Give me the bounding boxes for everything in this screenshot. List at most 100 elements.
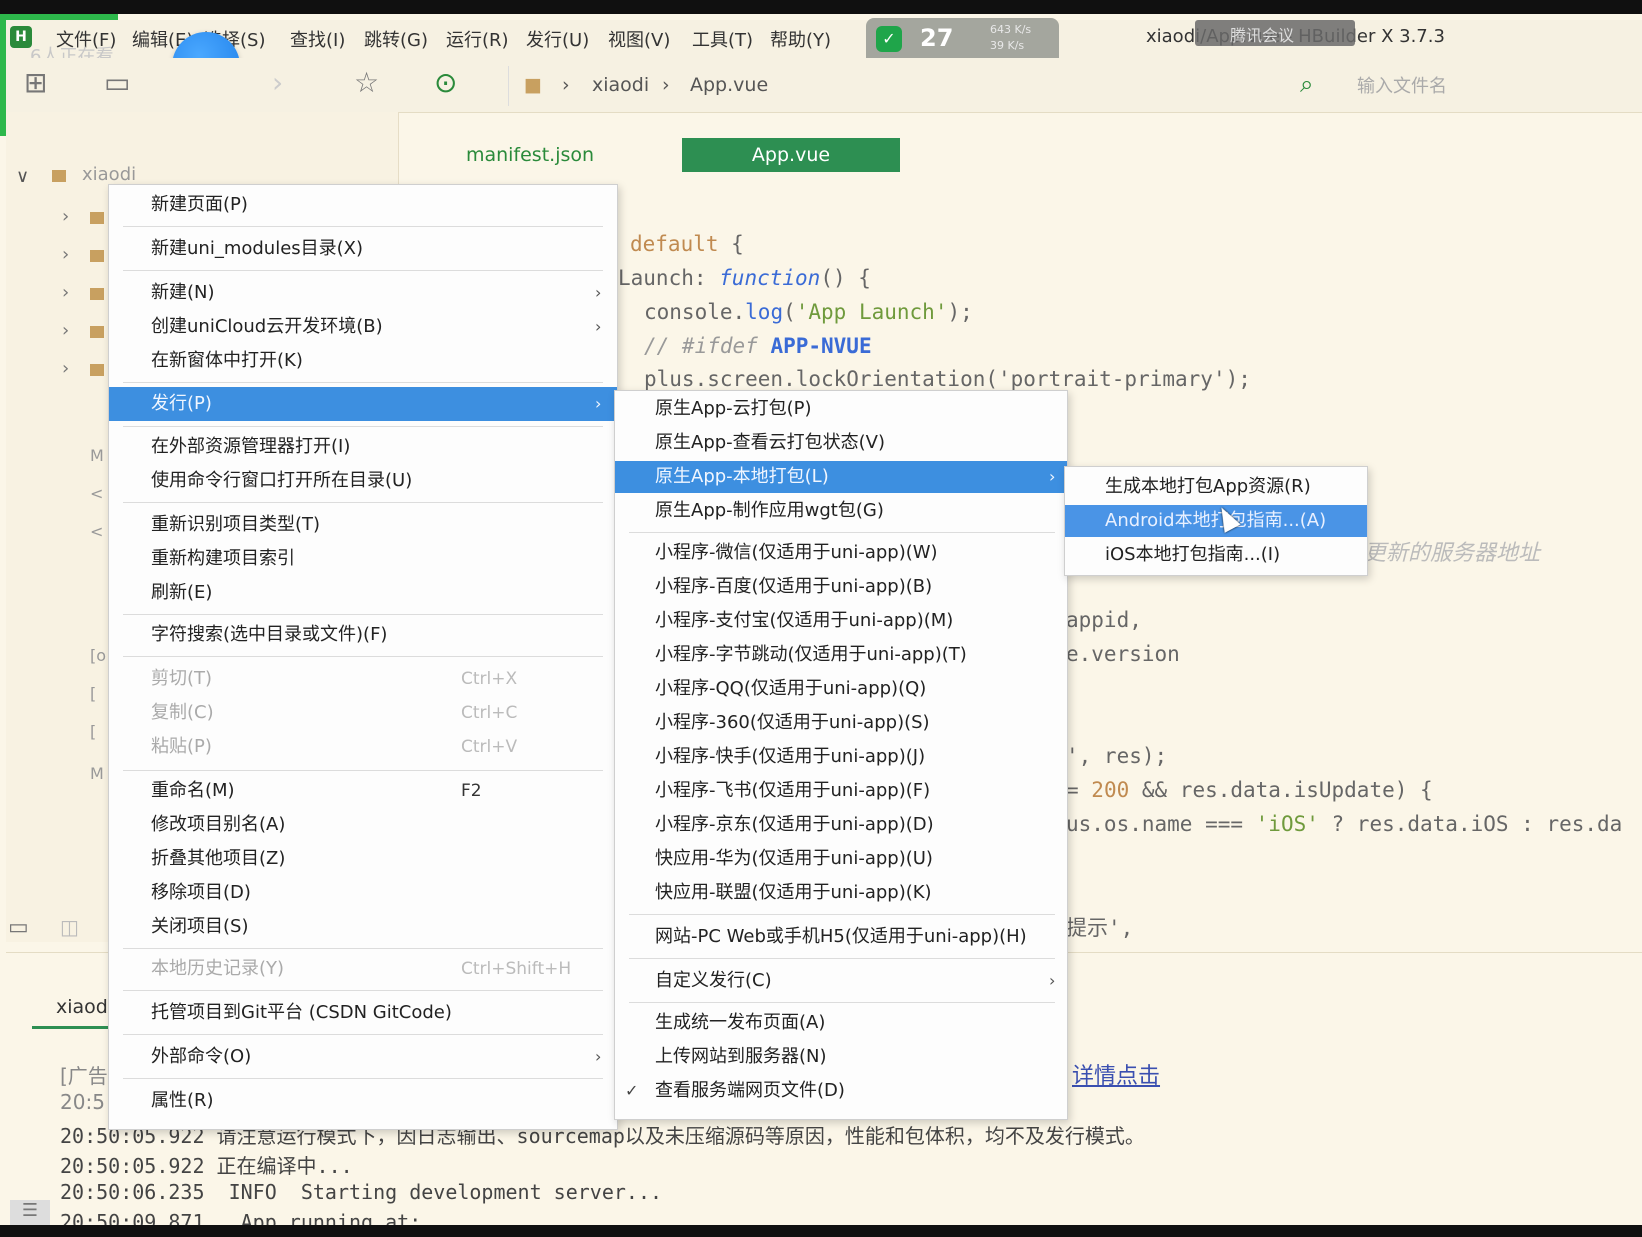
console-tab[interactable]: xiaodi [56,996,113,1018]
menu-item-label: iOS本地打包指南...(I) [1105,544,1281,565]
menu-item-label: 本地历史记录(Y) [151,958,285,979]
menu-item-wgt-pack[interactable]: 原生App-制作应用wgt包(G) [615,495,1067,527]
menu-item-external-command[interactable]: 外部命令(O) › [109,1041,617,1073]
menu-item-mp-toutiao[interactable]: 小程序-字节跳动(仅适用于uni-app)(T) [615,639,1067,671]
chevron-right-icon[interactable]: › [62,320,69,341]
code-line[interactable]: ', res); [1066,744,1167,768]
menu-item-label: 托管项目到Git平台 (CSDN GitCode) [151,1002,452,1023]
tab-manifest-json[interactable]: manifest.json [450,138,610,172]
forward-icon[interactable]: › [272,68,283,98]
code-comment: 更新的服务器地址 [1364,541,1541,566]
file-type-label: < [90,522,104,541]
menu-tools[interactable]: 工具(T) [692,26,753,52]
menu-item-properties[interactable]: 属性(R) [109,1085,617,1117]
menu-view[interactable]: 视图(V) [608,26,670,52]
breadcrumb-file[interactable]: App.vue [690,74,768,96]
menu-item-cloud-pack-status[interactable]: 原生App-查看云打包状态(V) [615,427,1067,459]
menu-item-char-search[interactable]: 字符搜索(选中目录或文件)(F) [109,619,617,651]
menu-item-label: 小程序-360(仅适用于uni-app)(S) [655,712,930,733]
code-line[interactable]: us.os.name === 'iOS' ? res.data.iOS : re… [1066,812,1622,836]
code-line[interactable]: plus.screen.lockOrientation('portrait-pr… [644,367,1251,391]
file-search-input[interactable] [1355,72,1579,100]
menu-item-generate-local-resources[interactable]: 生成本地打包App资源(R) [1065,471,1367,503]
code-text: ? res.data.iOS : res.da [1318,812,1623,836]
menu-item-copy[interactable]: 复制(C) Ctrl+C [109,697,617,729]
menu-publish[interactable]: 发行(U) [526,26,589,52]
menu-item-project-alias[interactable]: 修改项目别名(A) [109,809,617,841]
menu-item-mp-jd[interactable]: 小程序-京东(仅适用于uni-app)(D) [615,809,1067,841]
code-line[interactable]: 提示', [1066,912,1133,942]
menu-item-new-page[interactable]: 新建页面(P) [109,189,617,221]
menu-icon[interactable]: ☰ [10,1200,50,1225]
menu-item-quickapp-huawei[interactable]: 快应用-华为(仅适用于uni-app)(U) [615,843,1067,875]
menu-item-create-unicloud[interactable]: 创建uniCloud云开发环境(B) › [109,311,617,343]
menu-item-git-hosting[interactable]: 托管项目到Git平台 (CSDN GitCode) [109,997,617,1029]
menu-item-rename[interactable]: 重命名(M) F2 [109,775,617,807]
run-icon[interactable]: ⊙ [434,68,457,98]
menu-item-cloud-pack[interactable]: 原生App-云打包(P) [615,393,1067,425]
menu-item-local-pack[interactable]: 原生App-本地打包(L) › [615,461,1067,493]
menu-item-ios-guide[interactable]: iOS本地打包指南...(I) [1065,539,1367,571]
menu-item-new-uni-modules[interactable]: 新建uni_modules目录(X) [109,233,617,265]
menu-item-web-h5[interactable]: 网站-PC Web或手机H5(仅适用于uni-app)(H) [615,921,1067,953]
tab-app-vue[interactable]: App.vue [682,138,900,172]
code-line[interactable]: = 200 && res.data.isUpdate) { [1066,778,1433,802]
file-search-icon[interactable]: ⌕ [1300,70,1313,98]
chevron-right-icon[interactable]: › [62,244,69,265]
chevron-down-icon[interactable]: ∨ [16,166,29,187]
menu-item-open-explorer[interactable]: 在外部资源管理器打开(I) [109,431,617,463]
menu-item-open-cmd[interactable]: 使用命令行窗口打开所在目录(U) [109,465,617,497]
menu-item-label: 原生App-本地打包(L) [655,466,829,487]
menu-item-new[interactable]: 新建(N) › [109,277,617,309]
code-line[interactable]: appid, [1066,608,1142,632]
code-line[interactable]: e.version [1066,642,1180,666]
save-icon[interactable]: ▭ [104,68,130,98]
menu-item-upload-website[interactable]: 上传网站到服务器(N) [615,1041,1067,1073]
menu-find[interactable]: 查找(I) [290,26,345,52]
menu-item-reidentify-type[interactable]: 重新识别项目类型(T) [109,509,617,541]
plugin-dock-icon[interactable]: ◫ [60,915,79,939]
menu-item-rebuild-index[interactable]: 重新构建项目索引 [109,543,617,575]
project-folder-dock-icon[interactable]: ▭ [8,915,29,940]
menu-item-remove-project[interactable]: 移除项目(D) [109,877,617,909]
star-icon[interactable]: ☆ [354,68,379,98]
menu-item-label: 移除项目(D) [151,882,251,903]
menu-item-unified-release-page[interactable]: 生成统一发布页面(A) [615,1007,1067,1039]
menu-item-local-history[interactable]: 本地历史记录(Y) Ctrl+Shift+H [109,953,617,985]
menu-run[interactable]: 运行(R) [446,26,509,52]
code-line[interactable]: default { [630,232,744,256]
new-file-icon[interactable]: ⊞ [24,68,47,98]
menu-item-view-server-files[interactable]: ✓ 查看服务端网页文件(D) [615,1075,1067,1107]
menu-item-mp-qq[interactable]: 小程序-QQ(仅适用于uni-app)(Q) [615,673,1067,705]
details-link[interactable]: 详情点击 [1072,1058,1160,1090]
menu-item-open-new-window[interactable]: 在新窗体中打开(K) [109,345,617,377]
code-line[interactable]: console.log('App Launch'); [644,300,973,324]
menu-item-mp-lark[interactable]: 小程序-飞书(仅适用于uni-app)(F) [615,775,1067,807]
menu-item-quickapp-union[interactable]: 快应用-联盟(仅适用于uni-app)(K) [615,877,1067,909]
menu-item-custom-publish[interactable]: 自定义发行(C) › [615,965,1067,997]
project-root[interactable]: xiaodi [82,164,136,185]
menu-item-cut[interactable]: 剪切(T) Ctrl+X [109,663,617,695]
code-directive: APP-NVUE [770,334,872,358]
menu-item-refresh[interactable]: 刷新(E) [109,577,617,609]
chevron-right-icon[interactable]: › [62,282,69,303]
code-line[interactable]: Launch: function() { [618,266,871,290]
menu-item-mp-360[interactable]: 小程序-360(仅适用于uni-app)(S) [615,707,1067,739]
chevron-right-icon[interactable]: › [62,206,69,227]
menu-item-mp-baidu[interactable]: 小程序-百度(仅适用于uni-app)(B) [615,571,1067,603]
menu-item-publish[interactable]: 发行(P) › [109,387,617,421]
menu-goto[interactable]: 跳转(G) [364,26,428,52]
menu-item-mp-kuaishou[interactable]: 小程序-快手(仅适用于uni-app)(J) [615,741,1067,773]
menu-item-close-project[interactable]: 关闭项目(S) [109,911,617,943]
chevron-right-icon[interactable]: › [62,358,69,379]
download-speed: 39 K/s [990,39,1025,52]
menu-item-mp-alipay[interactable]: 小程序-支付宝(仅适用于uni-app)(M) [615,605,1067,637]
menu-help[interactable]: 帮助(Y) [770,26,831,52]
code-line[interactable]: // #ifdef APP-NVUE [644,334,872,358]
screen-top-border [0,0,1642,14]
menu-item-mp-weixin[interactable]: 小程序-微信(仅适用于uni-app)(W) [615,537,1067,569]
network-value: 27 [920,24,954,52]
menu-item-paste[interactable]: 粘贴(P) Ctrl+V [109,731,617,763]
menu-item-fold-others[interactable]: 折叠其他项目(Z) [109,843,617,875]
breadcrumb-project[interactable]: xiaodi [592,74,649,96]
